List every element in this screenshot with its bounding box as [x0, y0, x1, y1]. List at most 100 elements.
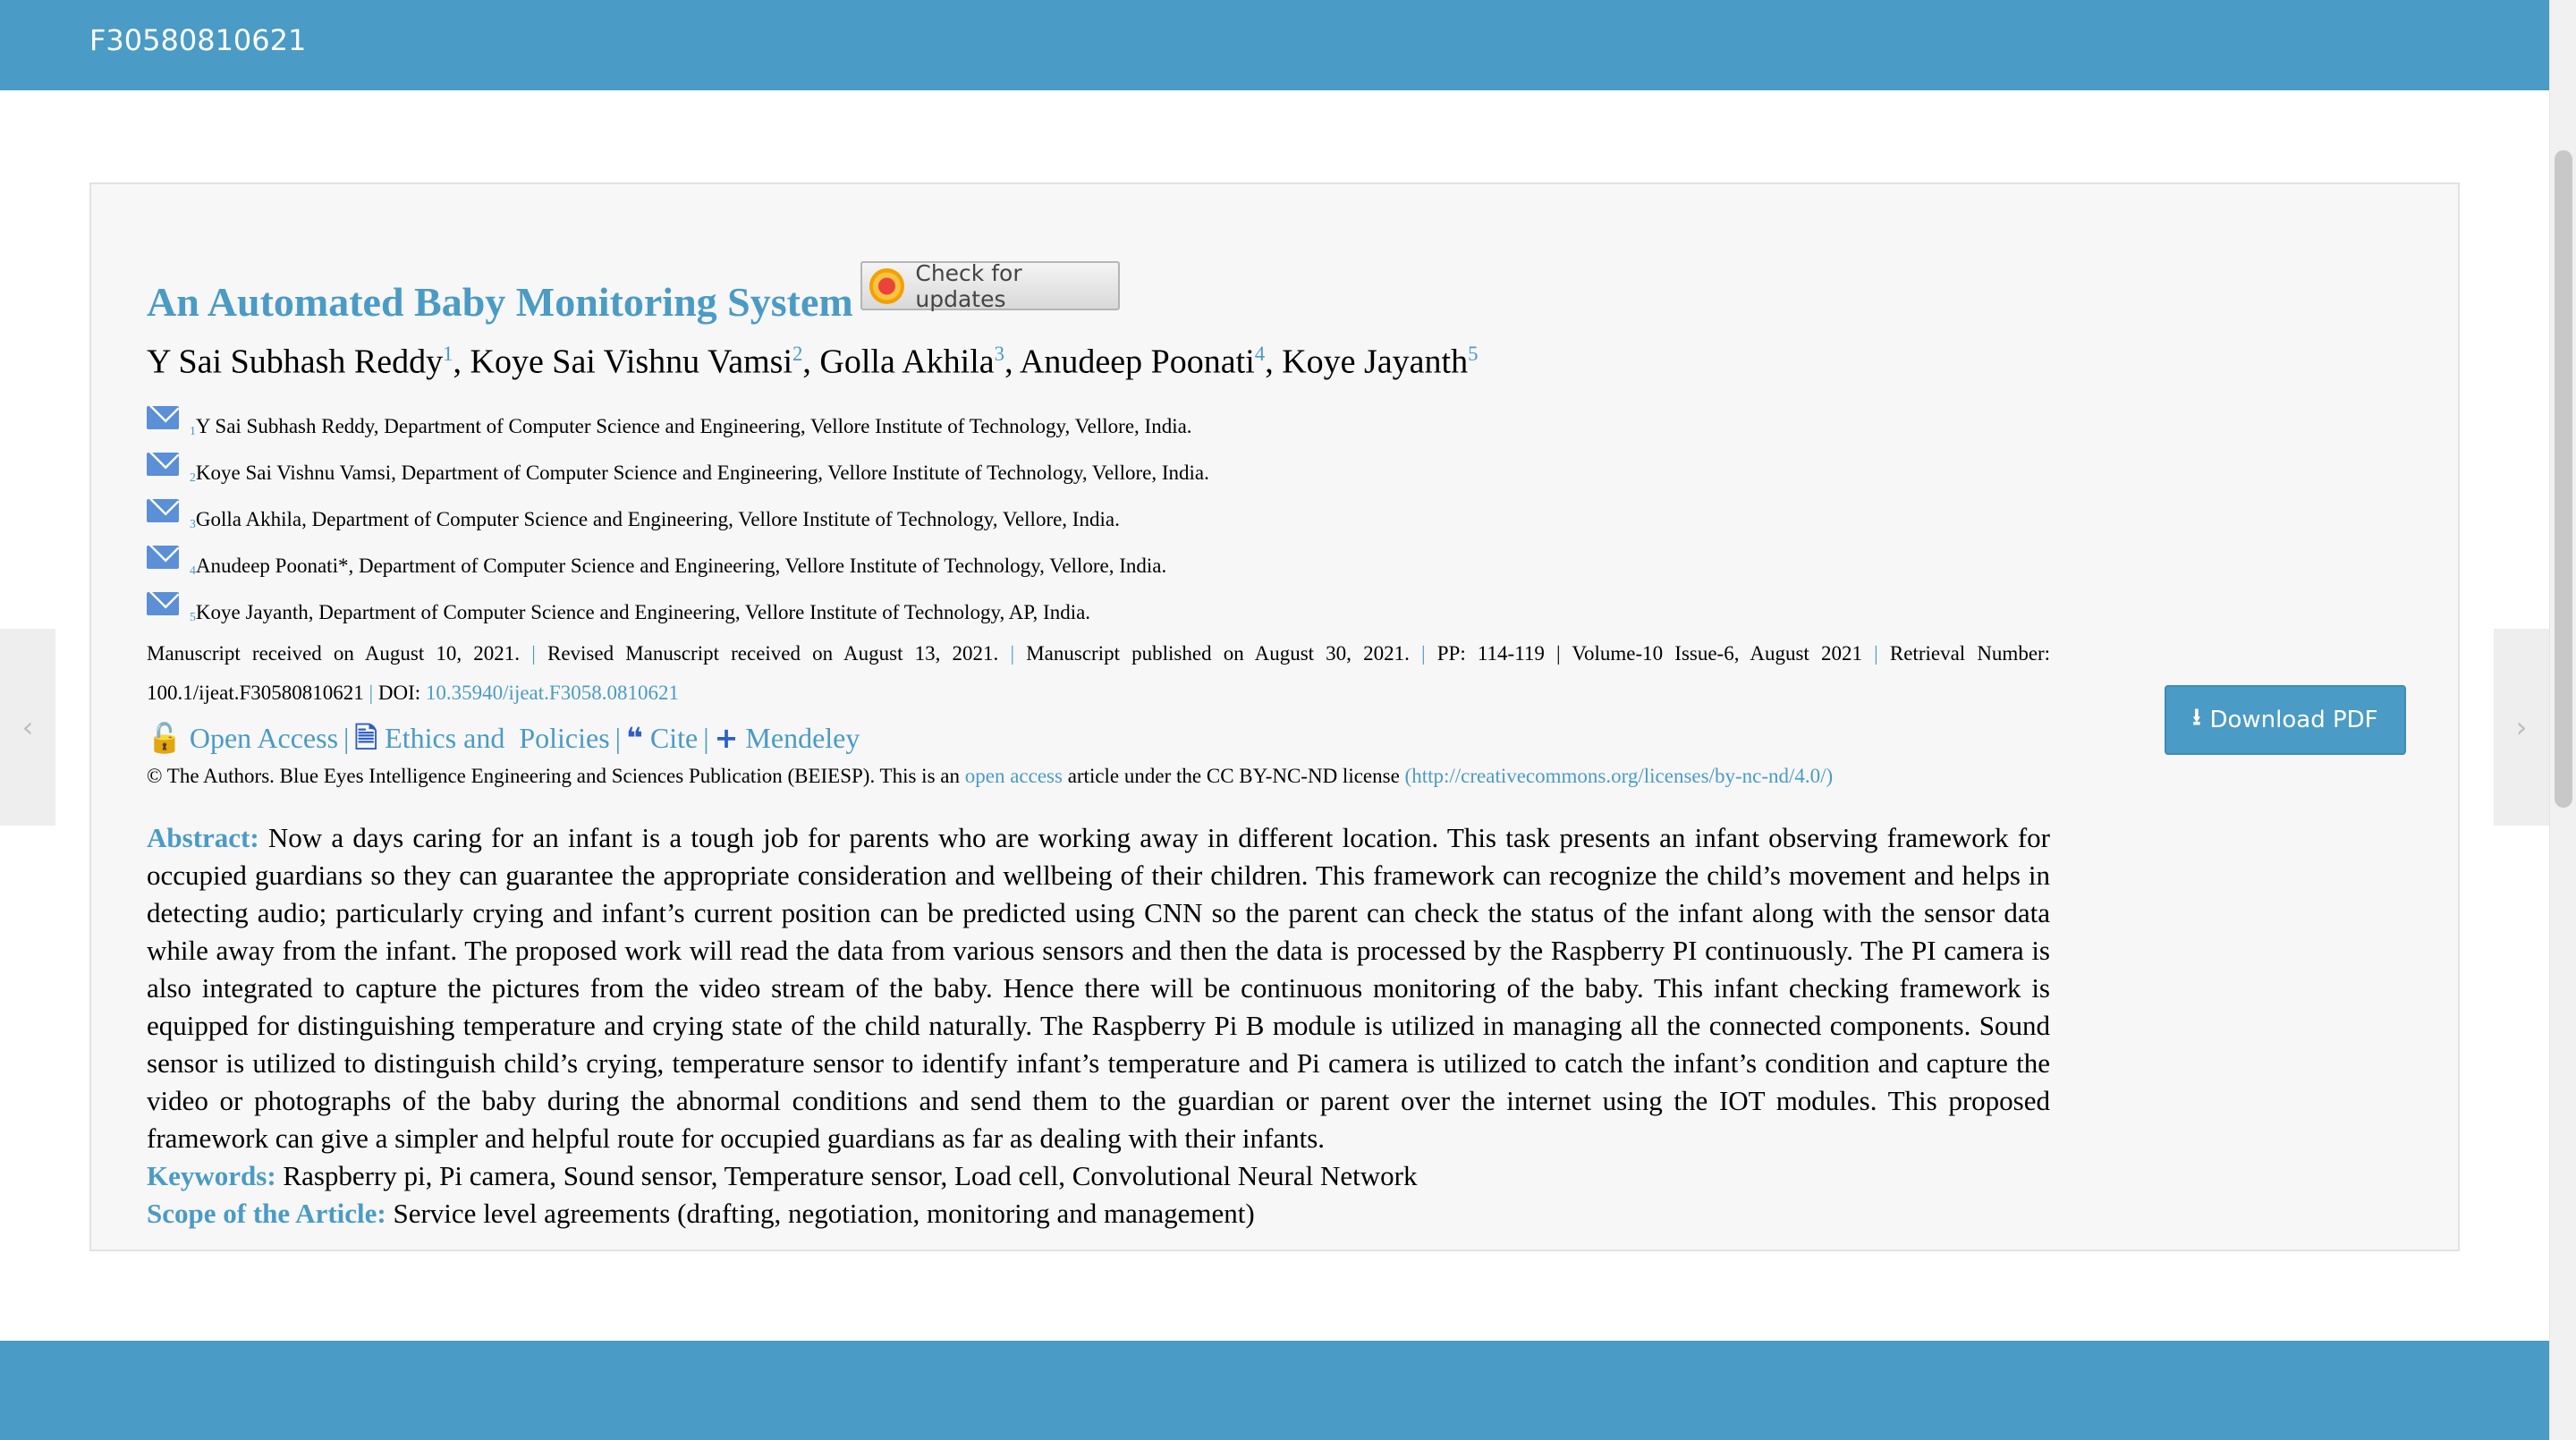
doi-link[interactable]: 10.35940/ijeat.F3058.0810621: [426, 682, 679, 704]
site-id: F30580810621: [89, 23, 307, 57]
license-middle: article under the CC BY-NC-ND license: [1067, 764, 1400, 787]
keywords-label: Keywords:: [147, 1159, 276, 1191]
affiliation-sup: 1: [190, 423, 196, 437]
action-separator: |: [343, 721, 350, 754]
mail-icon[interactable]: [147, 498, 179, 522]
next-article-button[interactable]: ›: [2494, 629, 2549, 826]
scrollbar-thumb[interactable]: [2555, 150, 2572, 808]
cite-label: Cite: [649, 721, 699, 754]
keywords-text: Raspberry pi, Pi camera, Sound sensor, T…: [283, 1159, 1418, 1191]
download-pdf-label: Download PDF: [2209, 707, 2378, 733]
affiliation-item: 3 Golla Akhila, Department of Computer Sc…: [147, 485, 2050, 531]
author-separator: ,: [1265, 343, 1283, 381]
manuscript-meta-continued: 100.1/ijeat.F30580810621 | DOI: 10.35940…: [147, 674, 2050, 712]
quote-icon: ❝: [626, 720, 643, 755]
affiliation-item: 1Y Sai Subhash Reddy, Department of Comp…: [147, 392, 2050, 438]
check-for-updates-button[interactable]: Check for updates: [860, 259, 1120, 312]
meta-separator: |: [1556, 641, 1561, 665]
scope-label: Scope of the Article:: [147, 1197, 386, 1229]
affiliation-sup: 3: [190, 516, 196, 530]
article-card: An Automated Baby Monitoring System Chec…: [89, 182, 2460, 1251]
open-access-link[interactable]: 🔓 Open Access: [147, 720, 339, 755]
mendeley-label: Mendeley: [745, 721, 860, 754]
abstract: Abstract: Now a days caring for an infan…: [147, 819, 2050, 1157]
affiliation-sup: 5: [190, 609, 196, 623]
check-for-updates-label: Check for updates: [915, 259, 1022, 312]
author-name: Y Sai Subhash Reddy: [147, 343, 444, 381]
mail-icon[interactable]: [147, 545, 179, 569]
author-sup[interactable]: 3: [995, 343, 1004, 365]
affiliation-text: Koye Jayanth, Department of Computer Sci…: [195, 600, 1091, 623]
affiliation-sup: 4: [190, 563, 196, 577]
affiliation-item: 4 Anudeep Poonati*, Department of Compute…: [147, 531, 2050, 578]
author-separator: ,: [802, 343, 820, 381]
top-header-bar: F30580810621: [0, 0, 2549, 90]
license-prefix: © The Authors. Blue Eyes Intelligence En…: [147, 764, 960, 787]
scope: Scope of the Article: Service level agre…: [147, 1195, 2050, 1232]
chevron-left-icon: ‹: [21, 710, 34, 744]
mendeley-link[interactable]: + Mendeley: [714, 720, 860, 755]
author-sup[interactable]: 5: [1468, 343, 1478, 365]
affiliation-item: 2 Koye Sai Vishnu Vamsi, Department of Co…: [147, 438, 2050, 485]
article-content: An Automated Baby Monitoring System Chec…: [147, 260, 2050, 1232]
retrieval-label: Retrieval Number:: [1889, 641, 2051, 665]
open-access-inline-link[interactable]: open access: [965, 765, 1063, 787]
open-access-label: Open Access: [189, 721, 339, 754]
keywords: Keywords: Raspberry pi, Pi camera, Sound…: [147, 1157, 2050, 1195]
crossmark-icon: [869, 267, 905, 304]
article-actions: 🔓 Open Access | 🗎 Ethics and Policies | ❝ Ci…: [147, 717, 2050, 758]
download-icon: ⭳: [2192, 704, 2201, 731]
meta-separator: |: [1421, 641, 1426, 665]
action-separator: |: [703, 721, 709, 754]
published-date: Manuscript published on August 30, 2021.: [1026, 641, 1410, 665]
author-separator: ,: [1004, 343, 1020, 381]
action-separator: |: [614, 721, 622, 754]
scope-text: Service level agreements (drafting, nego…: [393, 1197, 1255, 1229]
volume-issue: Volume-10 Issue-6, August 2021: [1572, 641, 1862, 665]
chevron-right-icon: ›: [2515, 710, 2528, 744]
page-range: PP: 114-119: [1436, 641, 1545, 665]
unlock-icon: 🔓: [147, 720, 182, 755]
author-name: Koye Sai Vishnu Vamsi: [470, 343, 793, 381]
doi-label: DOI:: [377, 681, 421, 704]
affiliation-text: Y Sai Subhash Reddy, Department of Compu…: [195, 414, 1192, 437]
download-pdf-button[interactable]: ⭳ Download PDF: [2165, 685, 2406, 755]
meta-separator: |: [1010, 641, 1015, 665]
mail-icon[interactable]: [147, 591, 179, 615]
vertical-scrollbar[interactable]: [2549, 0, 2576, 1440]
manuscript-meta: Manuscript received on August 10, 2021. …: [147, 633, 2050, 674]
retrieval-number: 100.1/ijeat.F30580810621: [147, 681, 364, 704]
affiliation-text: Golla Akhila, Department of Computer Sci…: [195, 507, 1120, 530]
affiliation-text: Koye Sai Vishnu Vamsi, Department of Com…: [195, 461, 1209, 484]
cite-link[interactable]: ❝ Cite: [626, 720, 699, 755]
previous-article-button[interactable]: ‹: [0, 629, 55, 826]
bottom-footer-bar: [0, 1341, 2549, 1440]
affiliation-text: Anudeep Poonati*, Department of Computer…: [195, 554, 1167, 577]
ethics-policies-link[interactable]: 🗎 Ethics and Policies: [354, 720, 610, 755]
abstract-label: Abstract:: [147, 821, 259, 853]
affiliation-item: 5 Koye Jayanth, Department of Computer Sc…: [147, 578, 2050, 624]
meta-separator: |: [1874, 641, 1878, 665]
author-name: Koye Jayanth: [1282, 343, 1469, 381]
title-row: An Automated Baby Monitoring System Chec…: [147, 260, 2050, 325]
license-url-link[interactable]: (http://creativecommons.org/licenses/by-…: [1405, 765, 1834, 787]
author-name: Golla Akhila: [819, 343, 995, 381]
affiliation-list: 1Y Sai Subhash Reddy, Department of Comp…: [147, 392, 2050, 624]
author-sup[interactable]: 2: [792, 343, 802, 365]
author-list: Y Sai Subhash Reddy1, Koye Sai Vishnu Va…: [147, 332, 2050, 385]
mail-icon[interactable]: [147, 452, 179, 476]
document-icon: 🗎: [354, 720, 378, 755]
article-title: An Automated Baby Monitoring System: [147, 279, 853, 325]
ethics-policies-label: Ethics and Policies: [385, 721, 610, 754]
license-notice: © The Authors. Blue Eyes Intelligence En…: [147, 758, 2050, 794]
abstract-text: Now a days caring for an infant is a tou…: [147, 821, 2050, 1154]
mail-icon[interactable]: [147, 405, 179, 429]
affiliation-sup: 2: [190, 470, 196, 484]
meta-separator: |: [369, 681, 374, 704]
plus-icon: +: [714, 720, 739, 755]
author-sup[interactable]: 4: [1255, 343, 1265, 365]
meta-separator: |: [531, 641, 536, 665]
author-separator: ,: [453, 343, 470, 381]
received-date: Manuscript received on August 10, 2021.: [147, 641, 521, 665]
author-sup[interactable]: 1: [443, 343, 453, 365]
